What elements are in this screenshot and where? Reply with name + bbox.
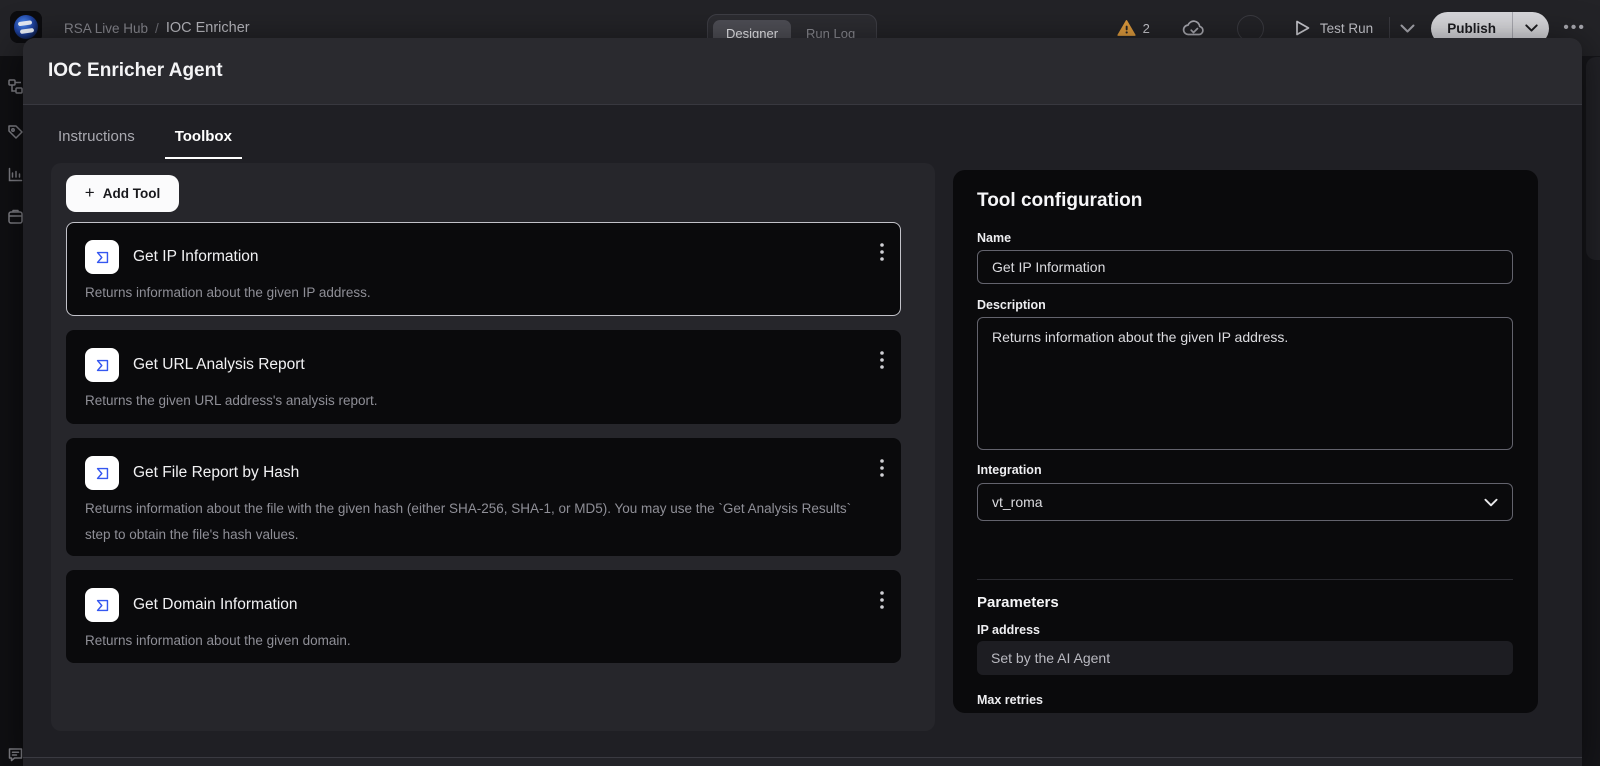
chevron-down-icon[interactable] bbox=[1400, 24, 1415, 33]
tool-step-icon bbox=[85, 240, 119, 274]
breadcrumb-root[interactable]: RSA Live Hub bbox=[64, 21, 148, 36]
publish-button[interactable]: Publish bbox=[1431, 21, 1512, 36]
description-textarea[interactable]: Returns information about the given IP a… bbox=[977, 317, 1513, 450]
sidebar-item-workflows[interactable] bbox=[7, 78, 24, 95]
integration-label: Integration bbox=[977, 463, 1513, 477]
tool-description: Returns the given URL address's analysis… bbox=[85, 388, 875, 414]
breadcrumb-separator: / bbox=[155, 21, 159, 36]
name-input[interactable]: Get IP Information bbox=[977, 250, 1513, 284]
name-label: Name bbox=[977, 231, 1513, 245]
more-options-button[interactable]: ••• bbox=[1563, 19, 1586, 37]
kebab-menu-icon[interactable] bbox=[880, 459, 884, 477]
integration-value: vt_roma bbox=[992, 494, 1043, 510]
add-tool-label: Add Tool bbox=[103, 186, 160, 201]
warning-icon bbox=[1117, 19, 1136, 37]
publish-dropdown-button[interactable] bbox=[1513, 24, 1549, 32]
tool-card-get-url-analysis-report[interactable]: Get URL Analysis Report Returns the give… bbox=[66, 330, 901, 424]
modal-header: IOC Enricher Agent bbox=[23, 38, 1582, 105]
tab-instructions[interactable]: Instructions bbox=[48, 120, 145, 159]
tool-step-icon bbox=[85, 588, 119, 622]
config-panel-title: Tool configuration bbox=[977, 190, 1513, 212]
warning-indicator[interactable]: 2 bbox=[1117, 19, 1150, 37]
tool-step-icon bbox=[85, 456, 119, 490]
tool-card-get-domain-information[interactable]: Get Domain Information Returns informati… bbox=[66, 570, 901, 663]
description-value: Returns information about the given IP a… bbox=[992, 329, 1288, 345]
kebab-menu-icon[interactable] bbox=[880, 243, 884, 261]
tool-description: Returns information about the given doma… bbox=[85, 628, 875, 654]
tool-configuration-panel: Tool configuration Name Get IP Informati… bbox=[953, 170, 1538, 713]
tool-description: Returns information about the given IP a… bbox=[85, 280, 875, 306]
max-retries-label: Max retries bbox=[977, 693, 1513, 707]
warning-count: 2 bbox=[1143, 21, 1150, 36]
tool-card-get-file-report-by-hash[interactable]: Get File Report by Hash Returns informat… bbox=[66, 438, 901, 556]
modal-tabs: Instructions Toolbox bbox=[48, 120, 242, 159]
test-run-button[interactable]: Test Run bbox=[1294, 19, 1373, 37]
description-label: Description bbox=[977, 298, 1513, 312]
agent-modal: IOC Enricher Agent Instructions Toolbox … bbox=[23, 38, 1582, 766]
test-run-label: Test Run bbox=[1320, 21, 1373, 36]
divider bbox=[1389, 17, 1390, 39]
kebab-menu-icon[interactable] bbox=[880, 351, 884, 369]
sidebar-item-help[interactable] bbox=[7, 746, 24, 763]
sidebar-item-tags[interactable] bbox=[7, 123, 24, 140]
add-tool-button[interactable]: + Add Tool bbox=[66, 175, 179, 212]
plus-icon: + bbox=[85, 183, 95, 203]
tool-step-icon bbox=[85, 348, 119, 382]
tool-description: Returns information about the file with … bbox=[85, 496, 875, 548]
name-value: Get IP Information bbox=[992, 259, 1105, 275]
chevron-down-icon bbox=[1484, 498, 1498, 507]
cloud-sync-icon[interactable] bbox=[1182, 18, 1207, 38]
ip-address-label: IP address bbox=[977, 623, 1513, 637]
divider bbox=[977, 579, 1513, 580]
sidebar-item-analytics[interactable] bbox=[7, 166, 24, 183]
parameters-title: Parameters bbox=[977, 594, 1513, 611]
modal-title: IOC Enricher Agent bbox=[48, 60, 223, 82]
modal-footer bbox=[23, 758, 1582, 766]
tool-name: Get File Report by Hash bbox=[133, 464, 299, 482]
tool-name: Get IP Information bbox=[133, 248, 259, 266]
tool-list-panel: + Add Tool Get IP Information Returns in… bbox=[51, 163, 935, 731]
sidebar-item-cases[interactable] bbox=[7, 208, 24, 225]
tool-card-get-ip-information[interactable]: Get IP Information Returns information a… bbox=[66, 222, 901, 316]
tool-name: Get URL Analysis Report bbox=[133, 356, 305, 374]
play-icon bbox=[1294, 19, 1311, 37]
ip-address-input[interactable]: Set by the AI Agent bbox=[977, 641, 1513, 675]
kebab-menu-icon[interactable] bbox=[880, 591, 884, 609]
integration-select[interactable]: vt_roma bbox=[977, 483, 1513, 521]
breadcrumb-current: IOC Enricher bbox=[166, 20, 250, 36]
tab-toolbox[interactable]: Toolbox bbox=[165, 120, 242, 159]
ip-address-value: Set by the AI Agent bbox=[991, 650, 1110, 666]
tool-name: Get Domain Information bbox=[133, 596, 298, 614]
background-panel bbox=[1586, 57, 1600, 260]
